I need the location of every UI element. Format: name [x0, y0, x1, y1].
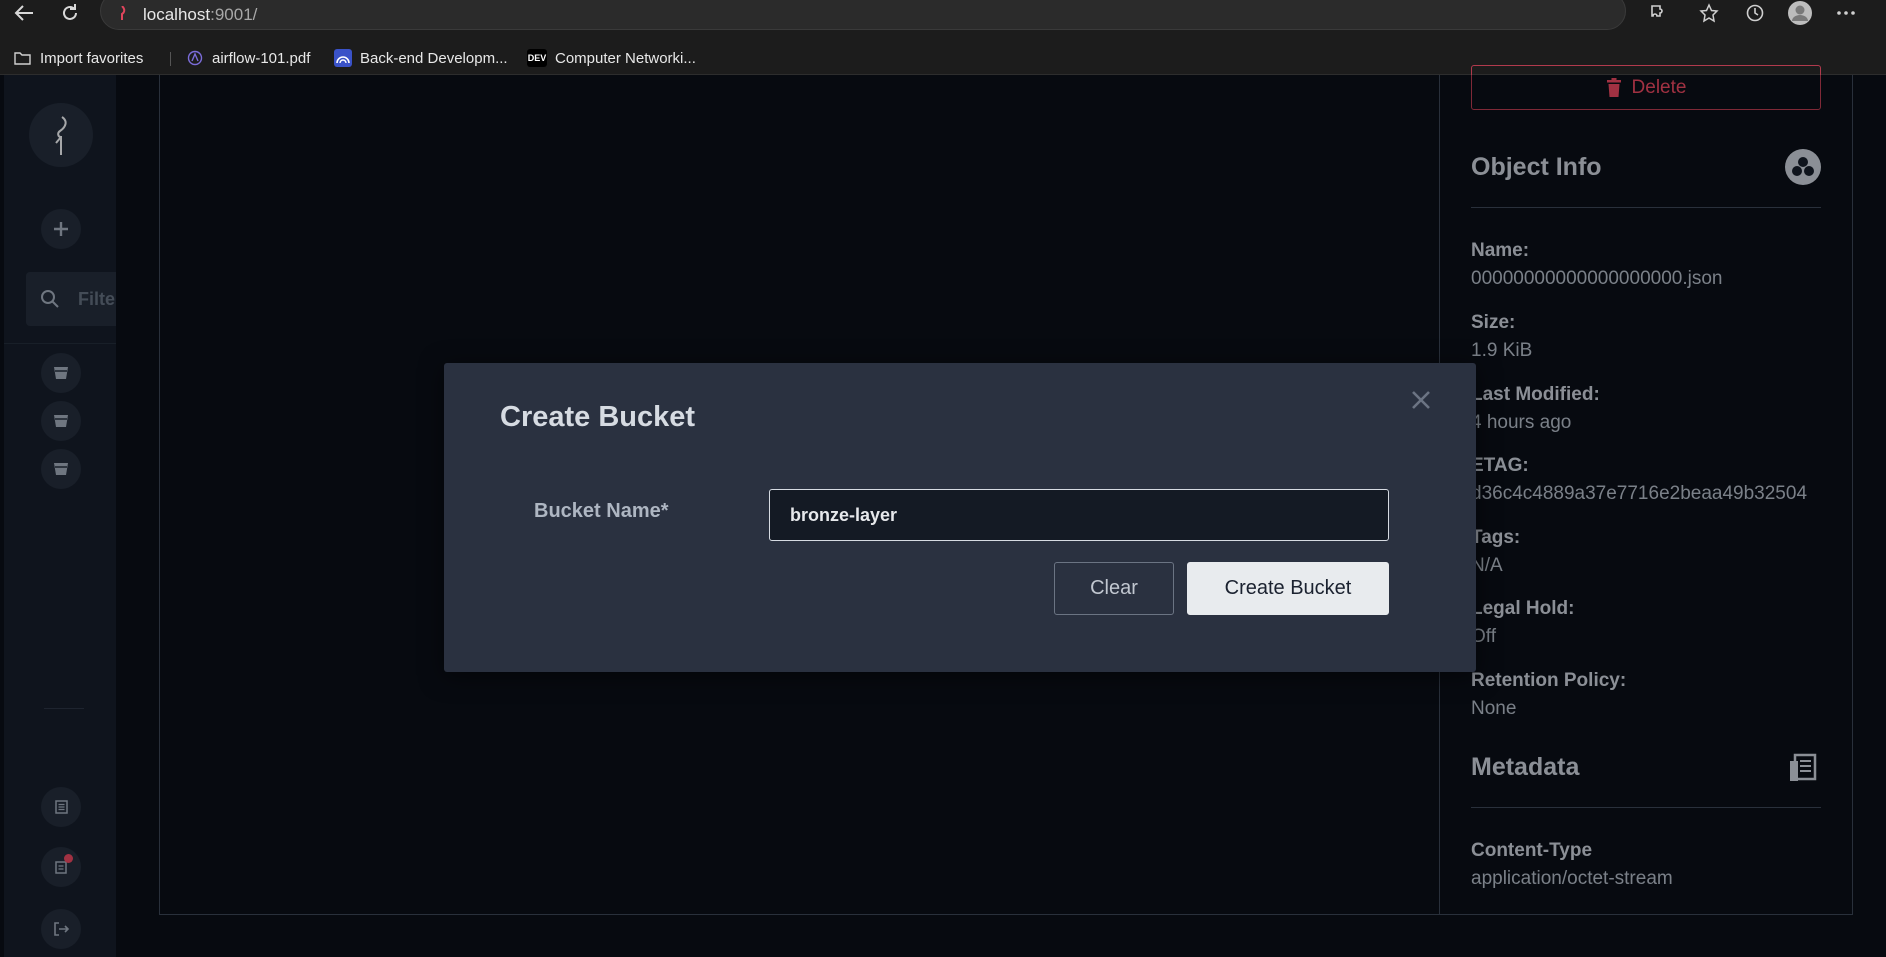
bookmark-back-end[interactable]: Back-end Developm...: [334, 46, 508, 70]
bookmark-label: airflow-101.pdf: [212, 49, 311, 67]
bookmark-separator: [170, 52, 171, 66]
create-bucket-modal: Create Bucket Bucket Name* Clear Create …: [444, 363, 1476, 672]
pdf-icon: [186, 49, 204, 67]
extensions-icon[interactable]: [1642, 0, 1676, 26]
modal-title: Create Bucket: [500, 401, 696, 433]
back-icon[interactable]: [4, 0, 44, 26]
profile-icon[interactable]: [1783, 0, 1817, 26]
bucket-name-label: Bucket Name*: [534, 500, 669, 522]
refresh-icon[interactable]: [50, 0, 90, 26]
bookmark-airflow-pdf[interactable]: airflow-101.pdf: [186, 46, 310, 70]
bookmark-computer-networking[interactable]: DEV Computer Networki...: [527, 46, 696, 70]
address-bar[interactable]: localhost:9001/: [100, 0, 1626, 30]
close-icon[interactable]: [1406, 385, 1436, 415]
site-favicon-icon: [121, 6, 126, 20]
clear-button[interactable]: Clear: [1054, 562, 1174, 615]
bookmark-import-favorites[interactable]: Import favorites: [14, 46, 143, 70]
bucket-name-input[interactable]: [769, 489, 1389, 541]
favorites-icon[interactable]: [1693, 0, 1727, 26]
dev-icon: DEV: [527, 49, 547, 67]
create-bucket-button[interactable]: Create Bucket: [1187, 562, 1389, 615]
folder-import-icon: [14, 49, 32, 67]
site-icon: [334, 49, 352, 67]
bookmark-label: Computer Networki...: [555, 49, 696, 67]
more-icon[interactable]: [1829, 0, 1863, 26]
bookmark-label: Back-end Developm...: [360, 49, 508, 67]
history-icon[interactable]: [1738, 0, 1772, 26]
address-text: localhost:9001/: [143, 5, 258, 24]
browser-toolbar: localhost:9001/: [0, 0, 1886, 42]
bookmark-label: Import favorites: [40, 49, 144, 67]
